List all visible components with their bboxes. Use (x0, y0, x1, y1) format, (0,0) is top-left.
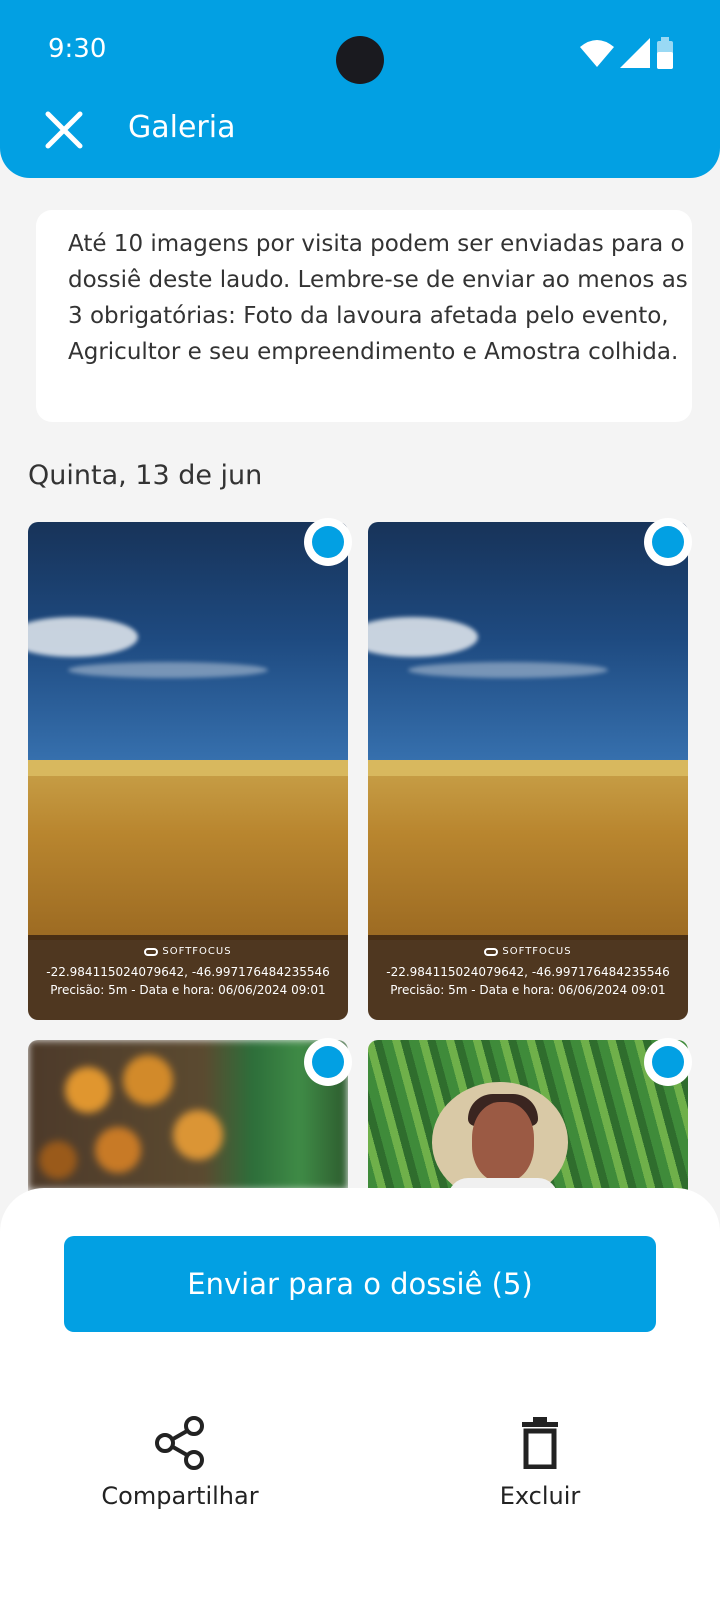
brand-name: SOFTFOCUS (502, 946, 572, 957)
face (472, 1102, 534, 1182)
selection-checkbox[interactable] (304, 1038, 352, 1086)
status-time: 9:30 (48, 34, 107, 64)
section-date: Quinta, 13 de jun (28, 460, 263, 491)
brand-name: SOFTFOCUS (162, 946, 232, 957)
share-icon (155, 1416, 204, 1470)
photo-meta: Precisão: 5m - Data e hora: 06/06/2024 0… (390, 983, 666, 997)
wheat-field (28, 760, 348, 940)
brand-row: SOFTFOCUS (28, 943, 348, 961)
selected-dot-icon (652, 526, 684, 558)
brand-row: SOFTFOCUS (368, 943, 688, 961)
share-button[interactable]: Compartilhar (70, 1414, 290, 1510)
info-text: Até 10 imagens por visita podem ser envi… (68, 231, 688, 365)
photo-watermark: SOFTFOCUS -22.984115024079642, -46.99717… (368, 935, 688, 1020)
delete-label: Excluir (499, 1482, 581, 1510)
selection-checkbox[interactable] (644, 1038, 692, 1086)
softfocus-logo-icon (144, 948, 159, 956)
photo-coords: -22.984115024079642, -46.997176484235546 (386, 965, 670, 979)
wheat-horizon (28, 760, 348, 776)
app-bar: 9:30 Galeria (0, 0, 720, 178)
selected-dot-icon (312, 526, 344, 558)
photo-meta: Precisão: 5m - Data e hora: 06/06/2024 0… (50, 983, 326, 997)
photo-coords: -22.984115024079642, -46.997176484235546 (46, 965, 330, 979)
delete-button[interactable]: Excluir (430, 1414, 650, 1510)
photo-image (28, 1040, 348, 1190)
wheat-field (368, 760, 688, 940)
share-label: Compartilhar (101, 1482, 259, 1510)
cloud (408, 662, 608, 678)
trash-icon-wrap (430, 1414, 650, 1472)
close-button[interactable] (40, 106, 88, 154)
selected-dot-icon (652, 1046, 684, 1078)
battery-icon (657, 37, 673, 69)
trash-icon (522, 1417, 558, 1469)
wheat-horizon (368, 760, 688, 776)
send-to-dossier-button[interactable]: Enviar para o dossiê (5) (64, 1236, 656, 1332)
status-icons (580, 36, 674, 70)
share-icon-wrap (70, 1414, 290, 1472)
wifi-icon (580, 40, 614, 67)
page-title: Galeria (128, 110, 236, 145)
softfocus-logo-icon (484, 948, 499, 956)
photo-watermark: SOFTFOCUS -22.984115024079642, -46.99717… (28, 935, 348, 1020)
selection-checkbox[interactable] (644, 518, 692, 566)
cloud (68, 662, 268, 678)
gallery-photo[interactable]: SOFTFOCUS -22.984115024079642, -46.99717… (28, 522, 348, 1020)
close-icon (45, 111, 83, 149)
selected-dot-icon (312, 1046, 344, 1078)
info-card: Até 10 imagens por visita podem ser envi… (36, 210, 692, 422)
camera-cutout (336, 36, 384, 84)
selection-checkbox[interactable] (304, 518, 352, 566)
signal-icon (620, 38, 650, 68)
gallery-photo[interactable]: SOFTFOCUS -22.984115024079642, -46.99717… (368, 522, 688, 1020)
